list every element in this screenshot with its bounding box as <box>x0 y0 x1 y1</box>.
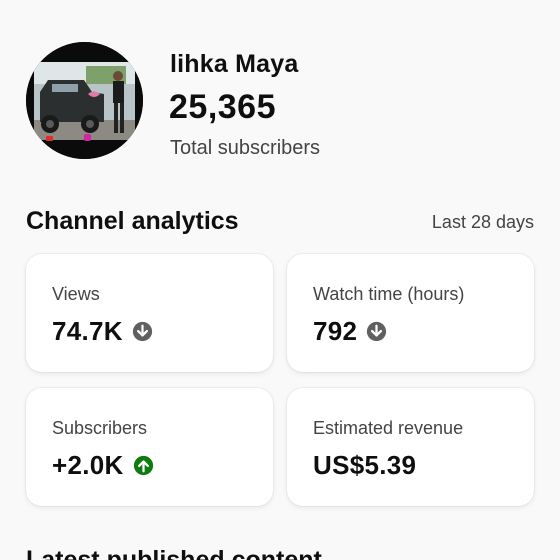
arrow-up-icon <box>133 455 154 476</box>
card-value: US$5.39 <box>313 450 417 480</box>
card-value-row: +2.0K <box>52 450 154 481</box>
card-value-row: US$5.39 <box>313 450 416 481</box>
channel-header: lihka Maya 25,365 Total subscribers <box>0 0 560 175</box>
channel-name: lihka Maya <box>170 50 299 78</box>
watch-time-card[interactable]: Watch time (hours) 792 <box>287 254 534 372</box>
arrow-down-icon <box>366 321 387 342</box>
channel-avatar[interactable] <box>26 42 143 159</box>
card-value-row: 792 <box>313 316 387 347</box>
card-value-row: 74.7K <box>52 316 153 347</box>
subscribers-card[interactable]: Subscribers +2.0K <box>26 388 273 506</box>
avatar-photo <box>26 42 143 159</box>
latest-content-section-title: Latest published content <box>26 546 322 560</box>
subscriber-count: 25,365 <box>169 88 276 126</box>
card-label: Subscribers <box>52 418 148 438</box>
card-value: 74.7K <box>52 316 123 346</box>
views-card[interactable]: Views 74.7K <box>26 254 273 372</box>
card-value: 792 <box>313 316 358 346</box>
card-value: +2.0K <box>52 450 124 480</box>
analytics-period[interactable]: Last 28 days <box>432 212 534 233</box>
card-label: Views <box>52 284 100 304</box>
card-label: Estimated revenue <box>313 418 464 438</box>
analytics-section-title: Channel analytics <box>26 207 239 235</box>
subscriber-label: Total subscribers <box>170 137 321 159</box>
arrow-down-icon <box>132 321 153 342</box>
card-label: Watch time (hours) <box>313 284 465 304</box>
revenue-card[interactable]: Estimated revenue US$5.39 <box>287 388 534 506</box>
